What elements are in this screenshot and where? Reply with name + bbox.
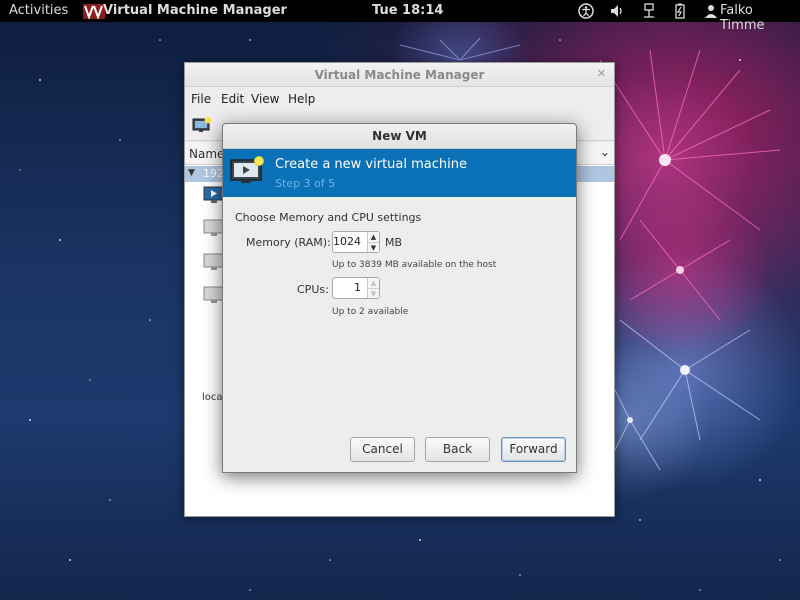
back-button[interactable]: Back [425, 437, 490, 462]
wizard-banner: Create a new virtual machine Step 3 of 5 [223, 149, 576, 197]
cpus-label: CPUs: [297, 283, 329, 296]
battery-icon[interactable] [672, 3, 688, 19]
activities-button[interactable]: Activities [9, 3, 68, 18]
memory-hint: Up to 3839 MB available on the host [332, 260, 497, 270]
memory-spinbox[interactable]: 1024 ▲ ▼ [332, 231, 380, 253]
cpus-value[interactable]: 1 [354, 281, 361, 294]
cpus-stepper[interactable]: ▲ ▼ [367, 278, 379, 298]
menu-edit[interactable]: Edit [221, 92, 244, 106]
user-icon[interactable] [703, 3, 719, 19]
new-vm-dialog: New VM Create a new virtual machine Step… [222, 123, 577, 473]
new-vm-monitor-icon [230, 156, 264, 183]
cpus-spinbox[interactable]: 1 ▲ ▼ [332, 277, 380, 299]
memory-unit: MB [385, 236, 403, 249]
menu-file[interactable]: File [191, 92, 211, 106]
memory-value[interactable]: 1024 [333, 235, 361, 248]
cpus-hint: Up to 2 available [332, 307, 409, 317]
menu-help[interactable]: Help [288, 92, 315, 106]
menubar: File Edit View Help [185, 87, 614, 111]
expander-icon[interactable]: ▼ [188, 168, 195, 178]
clock[interactable]: Tue 18:14 [372, 3, 443, 18]
spin-up-icon[interactable]: ▲ [368, 278, 379, 288]
cancel-button[interactable]: Cancel [350, 437, 415, 462]
spin-up-icon[interactable]: ▲ [368, 232, 379, 242]
forward-button[interactable]: Forward [501, 437, 566, 462]
section-heading: Choose Memory and CPU settings [235, 211, 422, 224]
network-icon[interactable] [641, 3, 657, 19]
dialog-title: New VM [372, 129, 427, 143]
main-titlebar[interactable]: Virtual Machine Manager ✕ [185, 63, 614, 87]
virt-manager-logo-icon[interactable] [83, 4, 105, 19]
connection-name: 192 [203, 167, 224, 180]
app-menu-title[interactable]: Virtual Machine Manager [103, 3, 287, 18]
accessibility-icon[interactable] [578, 3, 594, 19]
spin-down-icon[interactable]: ▼ [368, 242, 379, 252]
new-vm-icon[interactable] [192, 116, 212, 134]
memory-label: Memory (RAM): [246, 236, 331, 249]
menu-view[interactable]: View [251, 92, 279, 106]
dialog-titlebar[interactable]: New VM [223, 124, 576, 149]
spin-down-icon[interactable]: ▼ [368, 288, 379, 298]
main-window-title: Virtual Machine Manager [314, 68, 485, 82]
banner-title: Create a new virtual machine [275, 157, 467, 172]
volume-icon[interactable] [609, 3, 625, 19]
close-icon[interactable]: ✕ [597, 67, 606, 80]
top-bar: Activities Virtual Machine Manager Tue 1… [0, 0, 800, 33]
column-name-header[interactable]: Name [189, 147, 224, 161]
memory-stepper[interactable]: ▲ ▼ [367, 232, 379, 252]
chevron-down-icon[interactable]: ⌄ [600, 145, 610, 159]
user-menu[interactable]: Falko Timme [720, 3, 800, 33]
banner-step: Step 3 of 5 [275, 177, 336, 190]
